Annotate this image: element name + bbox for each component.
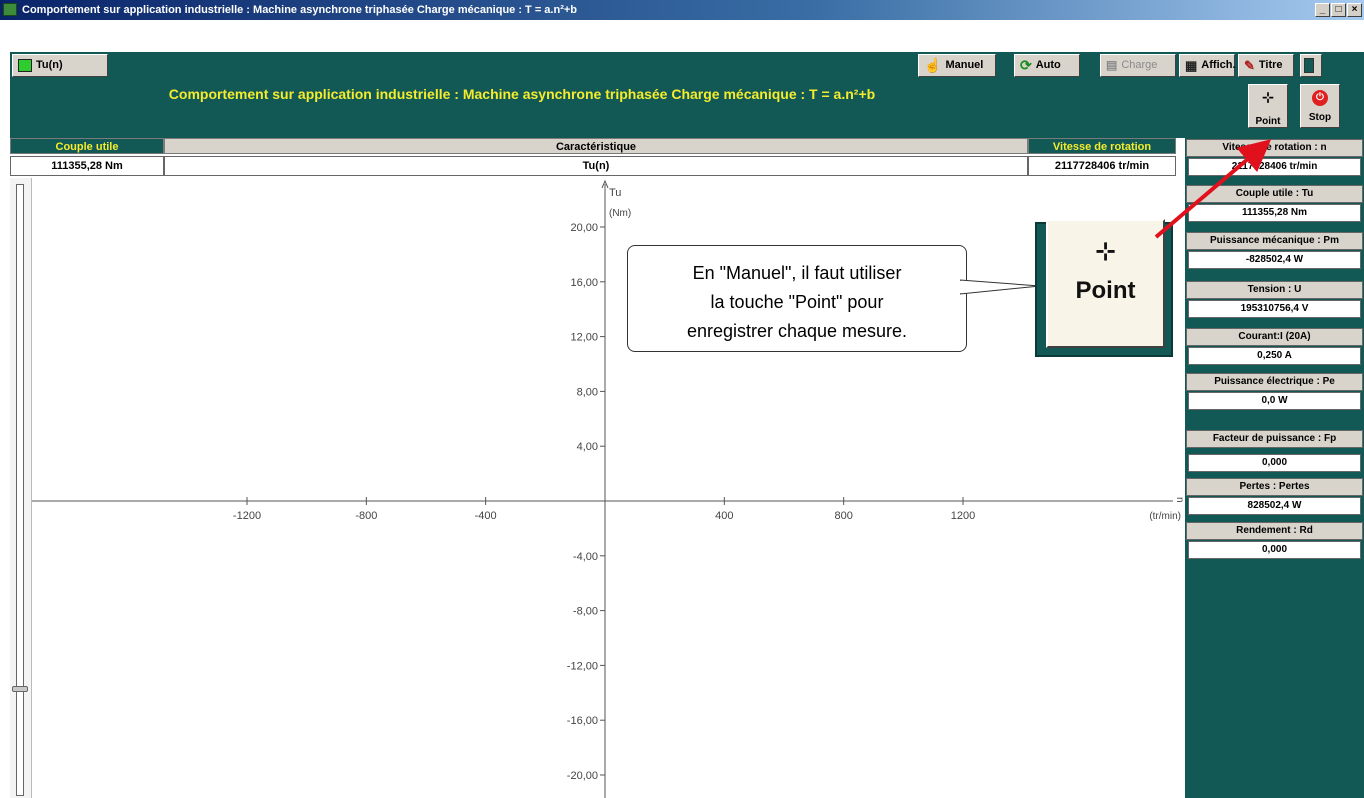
titre-label: Titre [1258, 59, 1283, 71]
app-icon [3, 3, 17, 16]
callout-line-2: la touche "Point" pour [710, 292, 884, 312]
x-tick-label: 400 [715, 510, 733, 522]
panel-label: Courant:I (20A) [1186, 328, 1363, 346]
panel-value: 0,000 [1188, 541, 1361, 559]
y-tick-label: 12,00 [570, 332, 598, 344]
tab-curve-label: Tu(n) [36, 59, 63, 71]
auto-button[interactable]: ⟳ Auto [1014, 54, 1080, 77]
manuel-label: Manuel [945, 59, 984, 71]
point-button-label: Point [1255, 116, 1281, 127]
titre-button[interactable]: ✎ Titre [1238, 54, 1294, 77]
x-tick-label: 1200 [951, 510, 975, 522]
hand-icon: ☝ [924, 57, 942, 73]
panel-label: Tension : U [1186, 281, 1363, 299]
minimize-button[interactable]: _ [1315, 3, 1330, 17]
point-button[interactable]: ⊹ Point [1248, 84, 1288, 128]
toolbar: Tu(n) ☝ Manuel ⟳ Auto ▤ Charge ▦ Affich.… [10, 52, 1364, 80]
slider-track[interactable] [16, 184, 24, 796]
affich-label: Affich. [1201, 59, 1236, 71]
panel-value: 195310756,4 V [1188, 300, 1361, 318]
slider-thumb[interactable] [12, 686, 28, 692]
red-arrow [1154, 139, 1272, 239]
panel-value: 0,000 [1188, 454, 1361, 472]
charge-label: Charge [1121, 59, 1158, 71]
pencil-icon: ✎ [1244, 58, 1255, 73]
stop-button-label: Stop [1308, 112, 1332, 123]
y-tick-label: -4,00 [573, 551, 598, 563]
tab-curve-tu-n[interactable]: Tu(n) [12, 54, 108, 77]
page-title: Comportement sur application industriell… [168, 86, 876, 102]
panel-label: Facteur de puissance : Fp [1186, 430, 1363, 448]
affich-button[interactable]: ▦ Affich. [1179, 54, 1236, 77]
stop-icon: ⏻ [1312, 90, 1328, 106]
callout-line-1: En "Manuel", il faut utiliser [692, 263, 902, 283]
couple-header: Couple utile [10, 138, 164, 154]
window-title: Comportement sur application industriell… [22, 4, 578, 16]
refresh-icon: ⟳ [1020, 57, 1032, 73]
y-tick-label: 8,00 [577, 386, 598, 398]
vertical-slider [10, 178, 32, 798]
x-axis-name: n [1174, 497, 1185, 503]
point-zoom-button: ⊹ Point [1046, 219, 1165, 348]
exit-button[interactable] [1300, 54, 1322, 77]
y-axis-unit: (Nm) [609, 208, 631, 219]
close-button[interactable]: × [1347, 3, 1362, 17]
couple-value: 111355,28 Nm [10, 156, 164, 176]
panel-label: Puissance électrique : Pe [1186, 373, 1363, 391]
auto-label: Auto [1035, 59, 1061, 71]
y-tick-label: -16,00 [567, 715, 598, 727]
x-tick-label: -1200 [233, 510, 261, 522]
y-tick-label: 20,00 [570, 222, 598, 234]
add-point-icon: ⊹ [1262, 89, 1274, 105]
chart-icon: ▤ [1106, 58, 1118, 72]
x-tick-label: 800 [834, 510, 852, 522]
instruction-callout: En "Manuel", il faut utiliser la touche … [627, 245, 967, 352]
y-tick-label: -20,00 [567, 770, 598, 782]
door-icon [1304, 58, 1314, 73]
y-tick-label: 16,00 [570, 277, 598, 289]
grid-icon: ▦ [1185, 58, 1198, 73]
curve-color-swatch-icon [18, 59, 32, 72]
panel-value: 828502,4 W [1188, 497, 1361, 515]
caracteristique-value: Tu(n) [164, 156, 1028, 176]
add-point-icon-large: ⊹ [1095, 238, 1116, 265]
point-zoom-label: Point [1075, 277, 1136, 304]
y-tick-label: -12,00 [567, 660, 598, 672]
y-tick-label: 4,00 [577, 441, 598, 453]
caracteristique-header: Caractéristique [164, 138, 1028, 154]
header-bar: Comportement sur application industriell… [10, 80, 1364, 132]
callout-line-3: enregistrer chaque mesure. [686, 321, 908, 341]
panel-value: -828502,4 W [1188, 251, 1361, 269]
stop-button[interactable]: ⏻ Stop [1300, 84, 1340, 128]
top-spacer [0, 20, 1364, 52]
x-axis-unit: (tr/min) [1149, 511, 1181, 522]
charge-button[interactable]: ▤ Charge [1100, 54, 1176, 77]
panel-value: 0,0 W [1188, 392, 1361, 410]
window-titlebar: Comportement sur application industriell… [0, 0, 1364, 20]
panel-value: 0,250 A [1188, 347, 1361, 365]
x-tick-label: -800 [355, 510, 377, 522]
panel-label: Pertes : Pertes [1186, 478, 1363, 496]
maximize-button[interactable]: □ [1331, 3, 1346, 17]
y-tick-label: -8,00 [573, 606, 598, 618]
x-tick-label: -400 [475, 510, 497, 522]
panel-label: Rendement : Rd [1186, 522, 1363, 540]
y-axis-name: Tu [609, 187, 621, 199]
manuel-button[interactable]: ☝ Manuel [918, 54, 996, 77]
